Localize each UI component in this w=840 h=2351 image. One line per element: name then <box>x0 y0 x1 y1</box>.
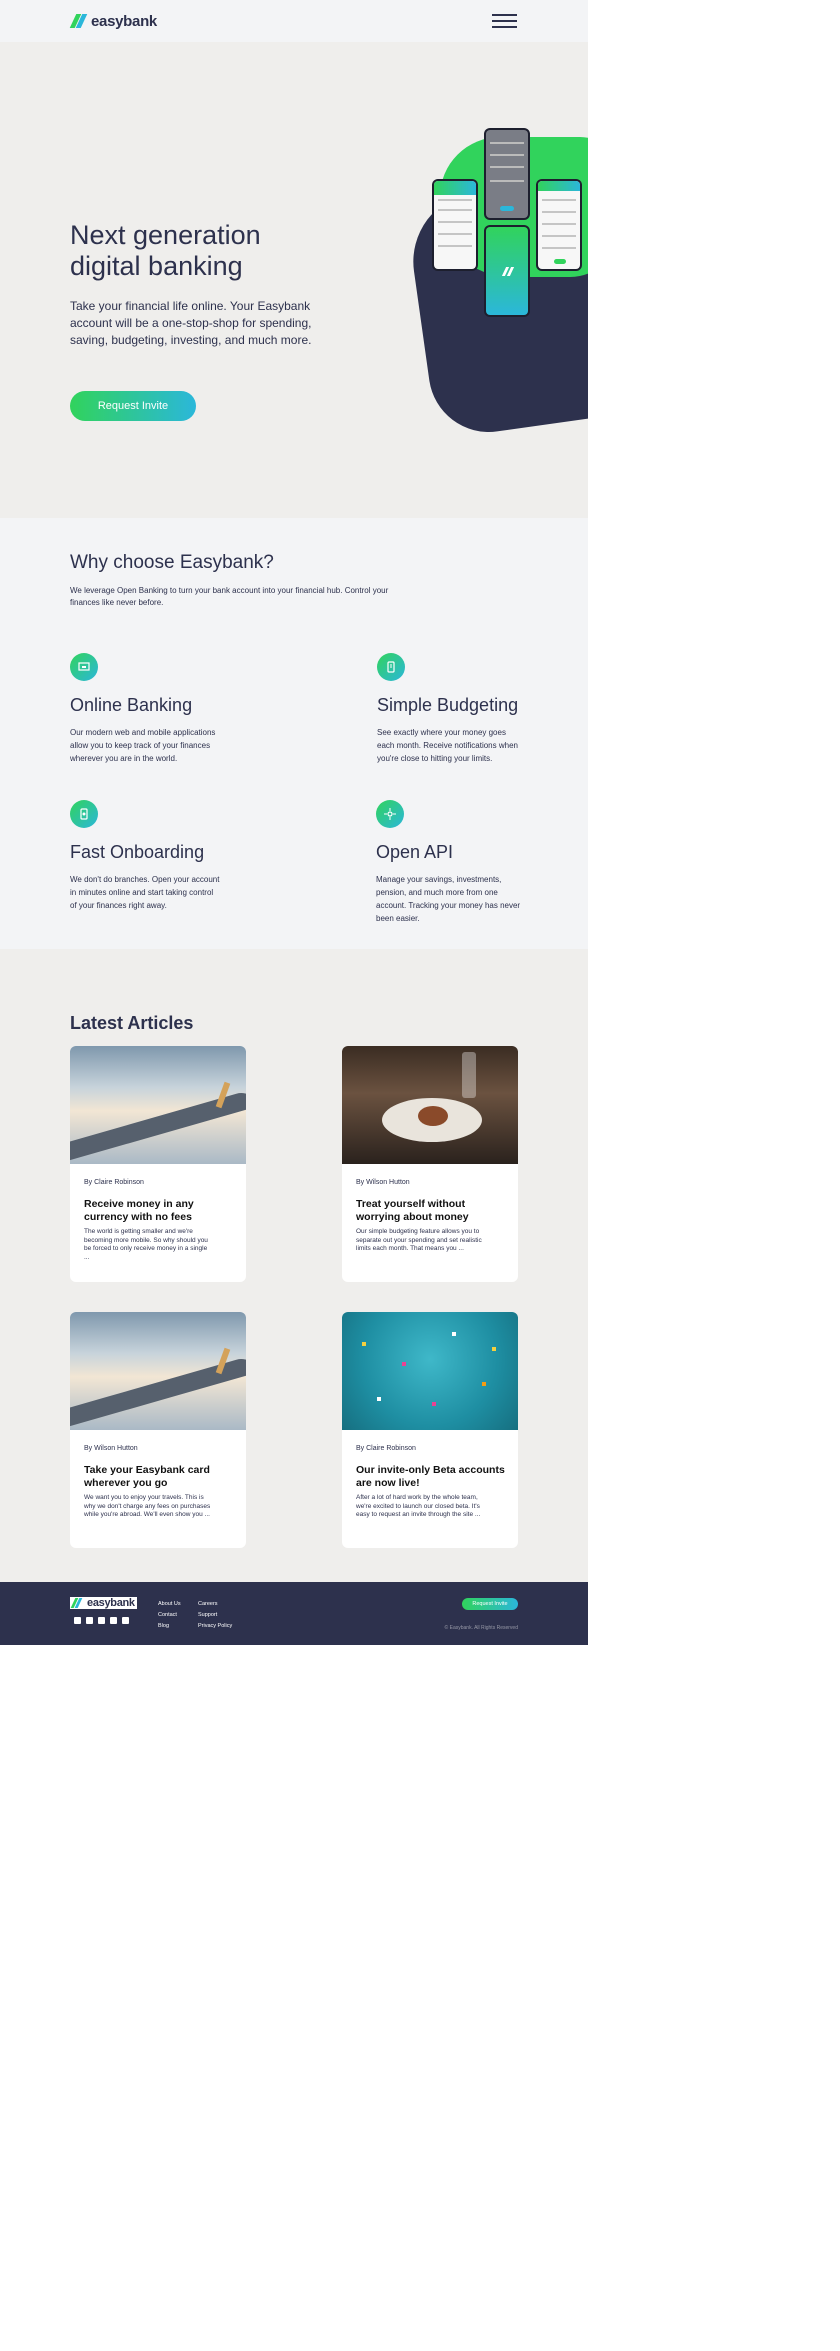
feature-simple-budgeting: Simple Budgeting See exactly where your … <box>377 653 522 765</box>
feature-open-api: Open API Manage your savings, investment… <box>376 800 522 925</box>
footer-link-about[interactable]: About Us <box>158 1599 181 1610</box>
phone-mockup <box>484 225 530 317</box>
article-excerpt: The world is getting smaller and we're b… <box>84 1228 208 1261</box>
article-title[interactable]: Our invite-only Beta accounts are now li… <box>356 1464 506 1490</box>
section-subtitle: We leverage Open Banking to turn your ba… <box>70 586 389 607</box>
article-card[interactable]: By Claire Robinson Receive money in any … <box>70 1046 246 1282</box>
footer-link-support[interactable]: Support <box>198 1610 232 1621</box>
copyright: © Easybank. All Rights Reserved <box>444 1625 518 1631</box>
facebook-icon[interactable] <box>74 1617 81 1624</box>
hamburger-icon[interactable] <box>492 14 517 28</box>
hero-title: Next generation digital banking <box>70 220 261 281</box>
article-author: By Claire Robinson <box>356 1445 416 1452</box>
article-author: By Wilson Hutton <box>84 1445 138 1452</box>
request-invite-button[interactable]: Request Invite <box>70 391 196 421</box>
logo-mark-icon <box>69 14 88 28</box>
article-image <box>70 1046 246 1164</box>
social-links <box>74 1617 129 1624</box>
budgeting-icon <box>377 653 405 681</box>
footer-logo[interactable]: easybank <box>70 1597 137 1609</box>
feature-title: Fast Onboarding <box>70 842 205 862</box>
footer-links-col-1: About Us Contact Blog <box>158 1599 181 1632</box>
article-title[interactable]: Receive money in any currency with no fe… <box>84 1198 234 1224</box>
footer-request-invite-button[interactable]: Request Invite <box>462 1598 518 1610</box>
feature-title: Simple Budgeting <box>377 695 519 715</box>
article-excerpt: Our simple budgeting feature allows you … <box>356 1228 482 1253</box>
footer-link-blog[interactable]: Blog <box>158 1621 181 1632</box>
hero-text: Take your financial life online. Your Ea… <box>70 299 312 347</box>
article-title[interactable]: Take your Easybank card wherever you go <box>84 1464 234 1490</box>
feature-text: See exactly where your money goes each m… <box>377 728 518 763</box>
phone-mockup <box>536 179 582 271</box>
article-excerpt: After a lot of hard work by the whole te… <box>356 1494 481 1519</box>
article-card[interactable]: By Wilson Hutton Take your Easybank card… <box>70 1312 246 1548</box>
footer-links-col-2: Careers Support Privacy Policy <box>198 1599 232 1632</box>
section-title: Why choose Easybank? <box>70 552 274 573</box>
feature-text: Manage your savings, investments, pensio… <box>376 875 521 923</box>
feature-text: We don't do branches. Open your account … <box>70 875 220 910</box>
instagram-icon[interactable] <box>122 1617 129 1624</box>
onboarding-icon <box>70 800 98 828</box>
feature-fast-onboarding: Fast Onboarding We don't do branches. Op… <box>70 800 220 912</box>
why-section: Why choose Easybank? We leverage Open Ba… <box>0 518 588 949</box>
article-image <box>342 1312 518 1430</box>
logo-text: easybank <box>91 12 157 30</box>
footer-link-careers[interactable]: Careers <box>198 1599 232 1610</box>
pinterest-icon[interactable] <box>110 1617 117 1624</box>
article-author: By Wilson Hutton <box>356 1179 410 1186</box>
feature-text: Our modern web and mobile applications a… <box>70 728 216 763</box>
logo-mark-icon <box>70 1598 84 1608</box>
twitter-icon[interactable] <box>98 1617 105 1624</box>
online-banking-icon <box>70 653 98 681</box>
footer-link-contact[interactable]: Contact <box>158 1610 181 1621</box>
footer-link-privacy[interactable]: Privacy Policy <box>198 1621 232 1632</box>
phone-mockup <box>484 128 530 220</box>
site-footer: easybank About Us Contact Blog Careers S… <box>0 1582 588 1645</box>
article-excerpt: We want you to enjoy your travels. This … <box>84 1494 211 1519</box>
feature-online-banking: Online Banking Our modern web and mobile… <box>70 653 220 765</box>
section-title: Latest Articles <box>70 1013 194 1033</box>
article-card[interactable]: By Claire Robinson Our invite-only Beta … <box>342 1312 518 1548</box>
article-title[interactable]: Treat yourself without worrying about mo… <box>356 1198 506 1224</box>
logo[interactable]: easybank <box>69 12 157 30</box>
youtube-icon[interactable] <box>86 1617 93 1624</box>
site-header: easybank <box>0 0 588 42</box>
feature-title: Open API <box>376 842 454 862</box>
article-author: By Claire Robinson <box>84 1179 144 1186</box>
article-image <box>70 1312 246 1430</box>
article-image <box>342 1046 518 1164</box>
articles-section: Latest Articles By Claire Robinson Recei… <box>0 949 588 1582</box>
article-card[interactable]: By Wilson Hutton Treat yourself without … <box>342 1046 518 1282</box>
feature-title: Online Banking <box>70 695 193 715</box>
phone-mockup <box>432 179 478 271</box>
api-icon <box>376 800 404 828</box>
logo-text: easybank <box>87 1597 135 1609</box>
hero-section: Next generation digital banking Take you… <box>0 42 588 518</box>
